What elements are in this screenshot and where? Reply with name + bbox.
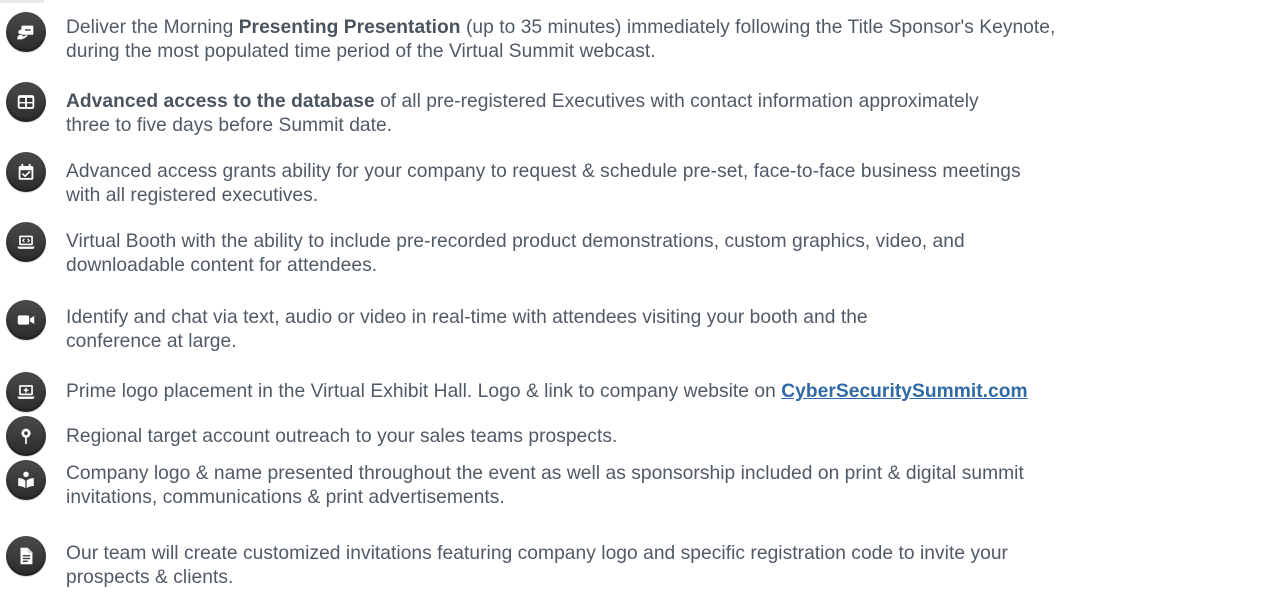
text-segment: Company logo & name presented throughout…: [66, 463, 1024, 484]
benefit-line: during the most populated time period of…: [66, 40, 1278, 64]
laptop-plus-icon: [6, 372, 46, 412]
document-icon: [6, 536, 46, 576]
benefit-text: Advanced access grants ability for your …: [66, 160, 1278, 208]
benefit-text: Advanced access to the database of all p…: [66, 90, 1278, 138]
benefit-text: Our team will create customized invitati…: [66, 542, 1278, 590]
text-segment: downloadable content for attendees.: [66, 255, 378, 276]
benefit-text: Virtual Booth with the ability to includ…: [66, 230, 1278, 278]
text-segment: prospects & clients.: [66, 567, 234, 588]
benefit-line: with all registered executives.: [66, 184, 1278, 208]
bold-text-segment: Presenting Presentation: [238, 17, 461, 38]
benefit-text: Deliver the Morning Presenting Presentat…: [66, 16, 1278, 64]
text-segment: Deliver the Morning: [66, 17, 239, 38]
benefit-line: Identify and chat via text, audio or vid…: [66, 306, 1278, 330]
benefit-text: Regional target account outreach to your…: [66, 425, 1278, 449]
video-camera-icon: [6, 300, 46, 340]
text-segment: three to five days before Summit date.: [66, 115, 393, 136]
text-segment: conference at large.: [66, 331, 237, 352]
benefit-line: Our team will create customized invitati…: [66, 542, 1278, 566]
sponsorship-benefits-list: Deliver the Morning Presenting Presentat…: [0, 0, 1284, 592]
text-segment: invitations, communications & print adve…: [66, 487, 505, 508]
benefit-line: downloadable content for attendees.: [66, 254, 1278, 278]
map-pin-icon: [6, 416, 46, 456]
benefit-line: Advanced access to the database of all p…: [66, 90, 1278, 114]
top-divider: [0, 0, 44, 3]
text-segment: Virtual Booth with the ability to includ…: [66, 231, 965, 252]
benefit-line: conference at large.: [66, 330, 1278, 354]
benefit-line: Deliver the Morning Presenting Presentat…: [66, 16, 1278, 40]
database-table-icon: [6, 82, 46, 122]
benefit-line: invitations, communications & print adve…: [66, 486, 1278, 510]
benefit-line: Prime logo placement in the Virtual Exhi…: [66, 380, 1278, 404]
benefit-line: prospects & clients.: [66, 566, 1278, 590]
benefit-text: Company logo & name presented throughout…: [66, 462, 1278, 510]
text-segment: Our team will create customized invitati…: [66, 543, 1008, 564]
benefit-text: Prime logo placement in the Virtual Exhi…: [66, 380, 1278, 404]
text-segment: Advanced access grants ability for your …: [66, 161, 1021, 182]
text-segment: Prime logo placement in the Virtual Exhi…: [66, 381, 782, 402]
text-segment: during the most populated time period of…: [66, 41, 656, 62]
benefit-line: Advanced access grants ability for your …: [66, 160, 1278, 184]
benefit-line: three to five days before Summit date.: [66, 114, 1278, 138]
text-segment: of all pre-registered Executives with co…: [374, 91, 979, 112]
text-segment: (up to 35 minutes) immediately following…: [460, 17, 1056, 38]
benefit-text: Identify and chat via text, audio or vid…: [66, 306, 1278, 354]
presentation-icon: [6, 12, 46, 52]
laptop-code-icon: [6, 222, 46, 262]
text-segment: Identify and chat via text, audio or vid…: [66, 307, 868, 328]
cybersecurity-summit-link[interactable]: CyberSecuritySummit.com: [781, 381, 1027, 402]
benefit-line: Company logo & name presented throughout…: [66, 462, 1278, 486]
text-segment: Regional target account outreach to your…: [66, 426, 618, 447]
calendar-check-icon: [6, 152, 46, 192]
benefit-line: Virtual Booth with the ability to includ…: [66, 230, 1278, 254]
bold-text-segment: Advanced access to the database: [66, 91, 375, 112]
person-reading-icon: [6, 460, 46, 500]
benefit-line: Regional target account outreach to your…: [66, 425, 1278, 449]
text-segment: with all registered executives.: [66, 185, 319, 206]
